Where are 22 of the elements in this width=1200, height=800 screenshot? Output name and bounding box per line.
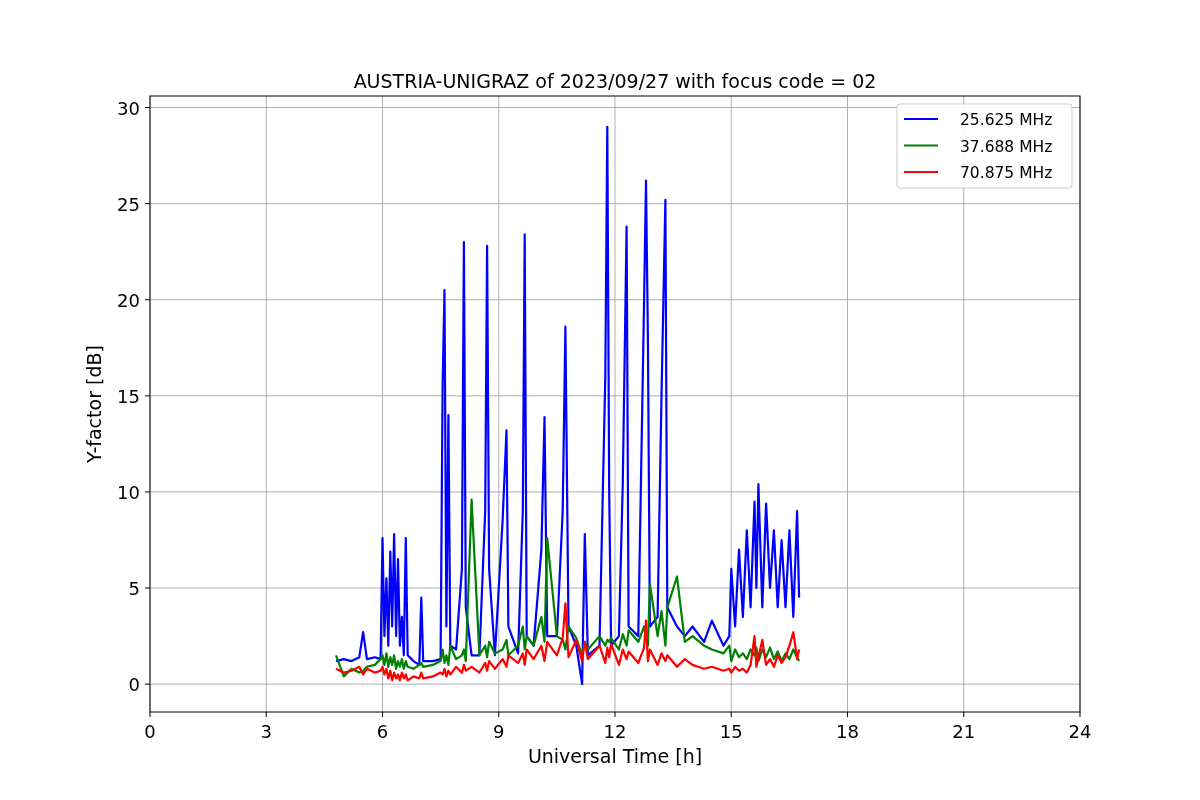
axis-label: Universal Time [h] (527, 745, 703, 767)
tick-label: 21 (952, 721, 976, 742)
axis-label: Y-factor [dB] (83, 345, 105, 463)
tick-label: 15 (719, 721, 743, 742)
legend-label: 37.688 MHz (960, 137, 1053, 156)
tick-label: 12 (603, 721, 627, 742)
chart-title: AUSTRIA-UNIGRAZ of 2023/09/27 with focus code = 02 (353, 70, 877, 92)
tick-label: 6 (376, 721, 389, 742)
tick-label: 20 (117, 289, 140, 311)
tick-label: 24 (1068, 721, 1092, 742)
tick-label: 5 (128, 578, 140, 600)
tick-label: 9 (493, 721, 505, 742)
tick-label: 18 (836, 721, 859, 742)
tick-label: 25 (117, 193, 140, 215)
tick-label: 10 (117, 481, 140, 503)
legend-label: 25.625 MHz (960, 111, 1053, 129)
tick-label: 0 (128, 674, 140, 696)
tick-label: 30 (117, 97, 140, 119)
tick-label: 3 (260, 721, 272, 742)
tick-label: 0 (144, 721, 156, 742)
tick-label: 15 (117, 385, 140, 407)
legend-label: 70.875 MHz (960, 164, 1053, 182)
